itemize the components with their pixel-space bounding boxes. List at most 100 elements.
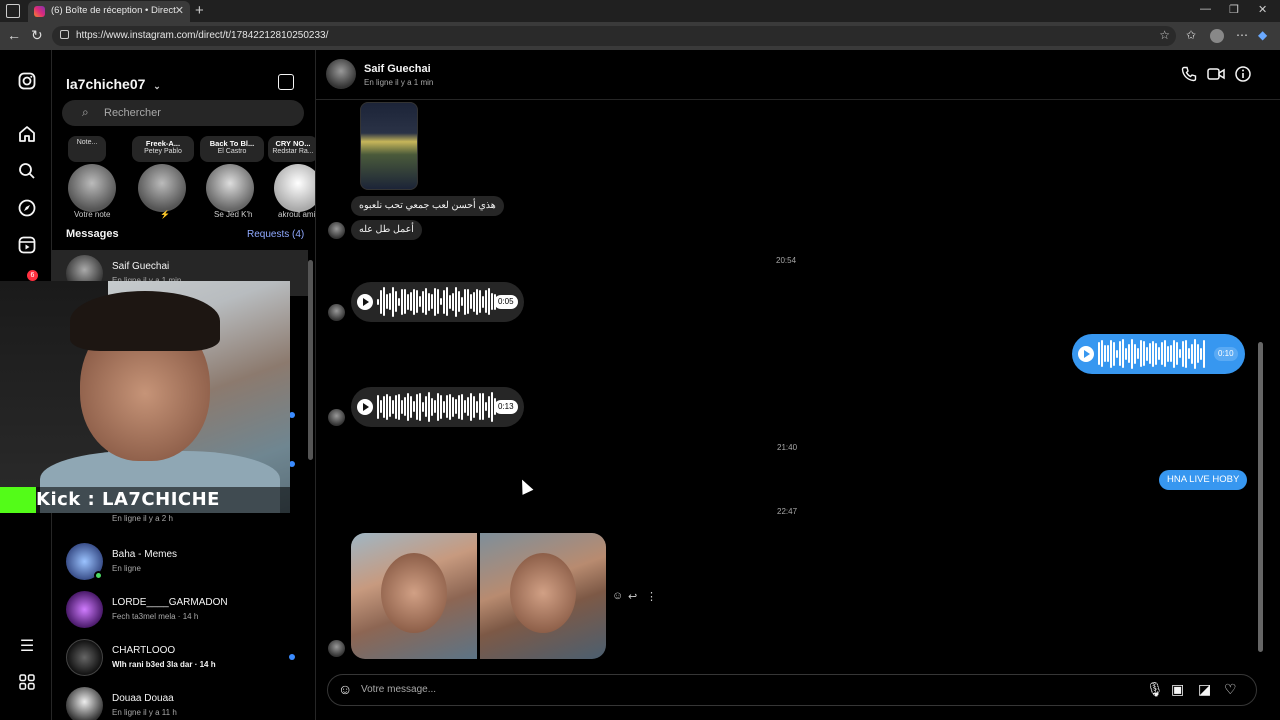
inbox-scrollbar[interactable] [308,260,313,460]
play-icon[interactable] [1078,346,1094,362]
minimize-icon[interactable]: — [1200,3,1211,15]
note-bubble[interactable]: Back To Bl... El Castro [200,136,264,162]
waveform-bar [1167,346,1169,362]
waveform-bar [476,289,478,315]
search-placeholder[interactable]: Rechercher [104,107,161,119]
account-switcher[interactable]: la7chiche07 ⌄ [66,76,161,92]
account-username[interactable]: la7chiche07 [66,76,145,92]
favorite-star-icon[interactable]: ☆ [1159,28,1170,42]
info-icon[interactable] [1234,66,1252,84]
voice-duration: 0:05 [494,295,518,309]
tab-actions-icon[interactable] [6,4,20,18]
note-avatar[interactable] [68,164,116,212]
tab-close-button[interactable]: ✕ [175,4,184,17]
voice-message-incoming[interactable]: 0:13 [351,387,524,427]
reply-icon[interactable]: ↩ [628,590,637,603]
sticker-icon[interactable]: ◪ [1198,681,1211,698]
maximize-icon[interactable]: ❐ [1229,3,1239,16]
chevron-down-icon[interactable]: ⌄ [153,81,161,91]
browser-tab[interactable]: (6) Boîte de réception • Direct ✕ [28,1,190,22]
note-bubble[interactable]: CRY NO... Redstar Ra... [268,136,315,162]
waveform-bar [449,394,451,420]
requests-link[interactable]: Requests (4) [247,229,304,240]
message-composer[interactable]: ☺ Votre message... 🎙 ▣ ◪ ♡ [327,674,1257,706]
menu-icon[interactable]: ☰ [17,637,37,657]
waveform-bar [461,297,463,306]
shared-photo[interactable] [351,533,477,659]
reels-icon[interactable] [17,236,37,256]
note-bubble[interactable]: Note... [68,136,106,162]
site-info-icon[interactable] [60,30,69,39]
message-input[interactable]: Votre message... [361,684,436,695]
profile-avatar[interactable] [1210,29,1224,43]
chat-contact-name[interactable]: Saif Guechai [364,63,431,75]
note-bubble[interactable]: Freek-A... Petey Pablo [132,136,194,162]
waveform-bar [383,396,385,418]
new-tab-button[interactable]: + [195,2,204,19]
waveform-bar [467,397,469,416]
waveform-bar [389,293,391,310]
play-icon[interactable] [357,399,373,415]
search-box[interactable]: ⌕ Rechercher [62,100,304,126]
home-icon[interactable] [17,125,37,145]
avatar [328,409,345,426]
favorites-icon[interactable]: ✩ [1186,28,1196,42]
image-upload-icon[interactable]: ▣ [1171,681,1184,698]
waveform-bar [410,396,412,418]
chat-panel: Saif Guechai En ligne il y a 1 min هذي أ… [316,50,1280,720]
note-avatar[interactable] [138,164,186,212]
waveform [377,392,496,422]
waveform-bar [1176,342,1178,365]
note-avatar[interactable] [206,164,254,212]
phone-icon[interactable] [1180,66,1198,84]
video-call-icon[interactable] [1207,66,1225,84]
close-window-icon[interactable]: ✕ [1258,3,1267,16]
react-emoji-icon[interactable]: ☺ [612,590,623,602]
voice-message-incoming[interactable]: 0:05 [351,282,524,322]
webcam-overlay: Kick : LA7CHICHE [0,281,290,513]
explore-icon[interactable] [17,199,37,219]
waveform-bar [413,289,415,315]
online-indicator [94,571,103,580]
address-bar[interactable]: https://www.instagram.com/direct/t/17842… [52,26,1176,46]
heart-icon[interactable]: ♡ [1224,681,1237,698]
waveform-bar [443,401,445,413]
reload-icon[interactable]: ↻ [31,27,43,44]
shared-screenshot-image[interactable] [360,102,418,190]
copilot-icon[interactable]: ◆ [1258,28,1267,42]
search-icon[interactable] [17,162,37,182]
chat-scrollbar[interactable] [1258,342,1263,652]
voice-message-outgoing[interactable]: 0:10 [1072,334,1245,374]
waveform-bar [1194,339,1196,369]
new-message-icon[interactable] [278,74,294,90]
waveform-bar [491,392,493,422]
more-options-icon[interactable]: ⋮ [646,590,657,603]
waveform-bar [485,290,487,313]
conversation-item[interactable]: Baha - Memes En ligne [52,538,308,584]
play-icon[interactable] [357,294,373,310]
waveform-bar [419,296,421,307]
emoji-icon[interactable]: ☺ [338,681,352,697]
instagram-logo-icon[interactable] [17,72,37,92]
message-bubble-incoming[interactable]: هذي أحسن لعب جمعي تحب نلعبوه [351,196,504,216]
shared-photo[interactable] [480,533,606,659]
waveform-bar [377,395,379,419]
more-menu-icon[interactable]: ⋯ [1236,28,1248,42]
message-bubble-incoming[interactable]: أعمل طل عله [351,220,422,240]
note-label: Se Jed K'h [214,210,253,219]
conversation-item[interactable]: Douaa Douaa En ligne il y a 11 h [52,682,308,720]
conversation-item[interactable]: CHARTLOOO Wlh rani b3ed 3la dar · 14 h [52,634,308,680]
waveform-bar [437,289,439,314]
waveform-bar [398,394,400,420]
waveform-bar [1113,342,1115,366]
waveform-bar [425,288,427,315]
conversation-item[interactable]: LORDE____GARMADON Fech ta3mel mela · 14 … [52,586,308,632]
message-bubble-outgoing[interactable]: HNA LIVE HOBY [1159,470,1248,490]
waveform-bar [1155,343,1157,365]
url-text[interactable]: https://www.instagram.com/direct/t/17842… [76,30,328,41]
back-icon[interactable]: ← [7,27,21,43]
avatar[interactable] [326,59,356,89]
microphone-icon[interactable]: 🎙 [1146,681,1164,698]
note-avatar[interactable] [274,164,315,212]
meta-apps-icon[interactable] [17,674,37,694]
